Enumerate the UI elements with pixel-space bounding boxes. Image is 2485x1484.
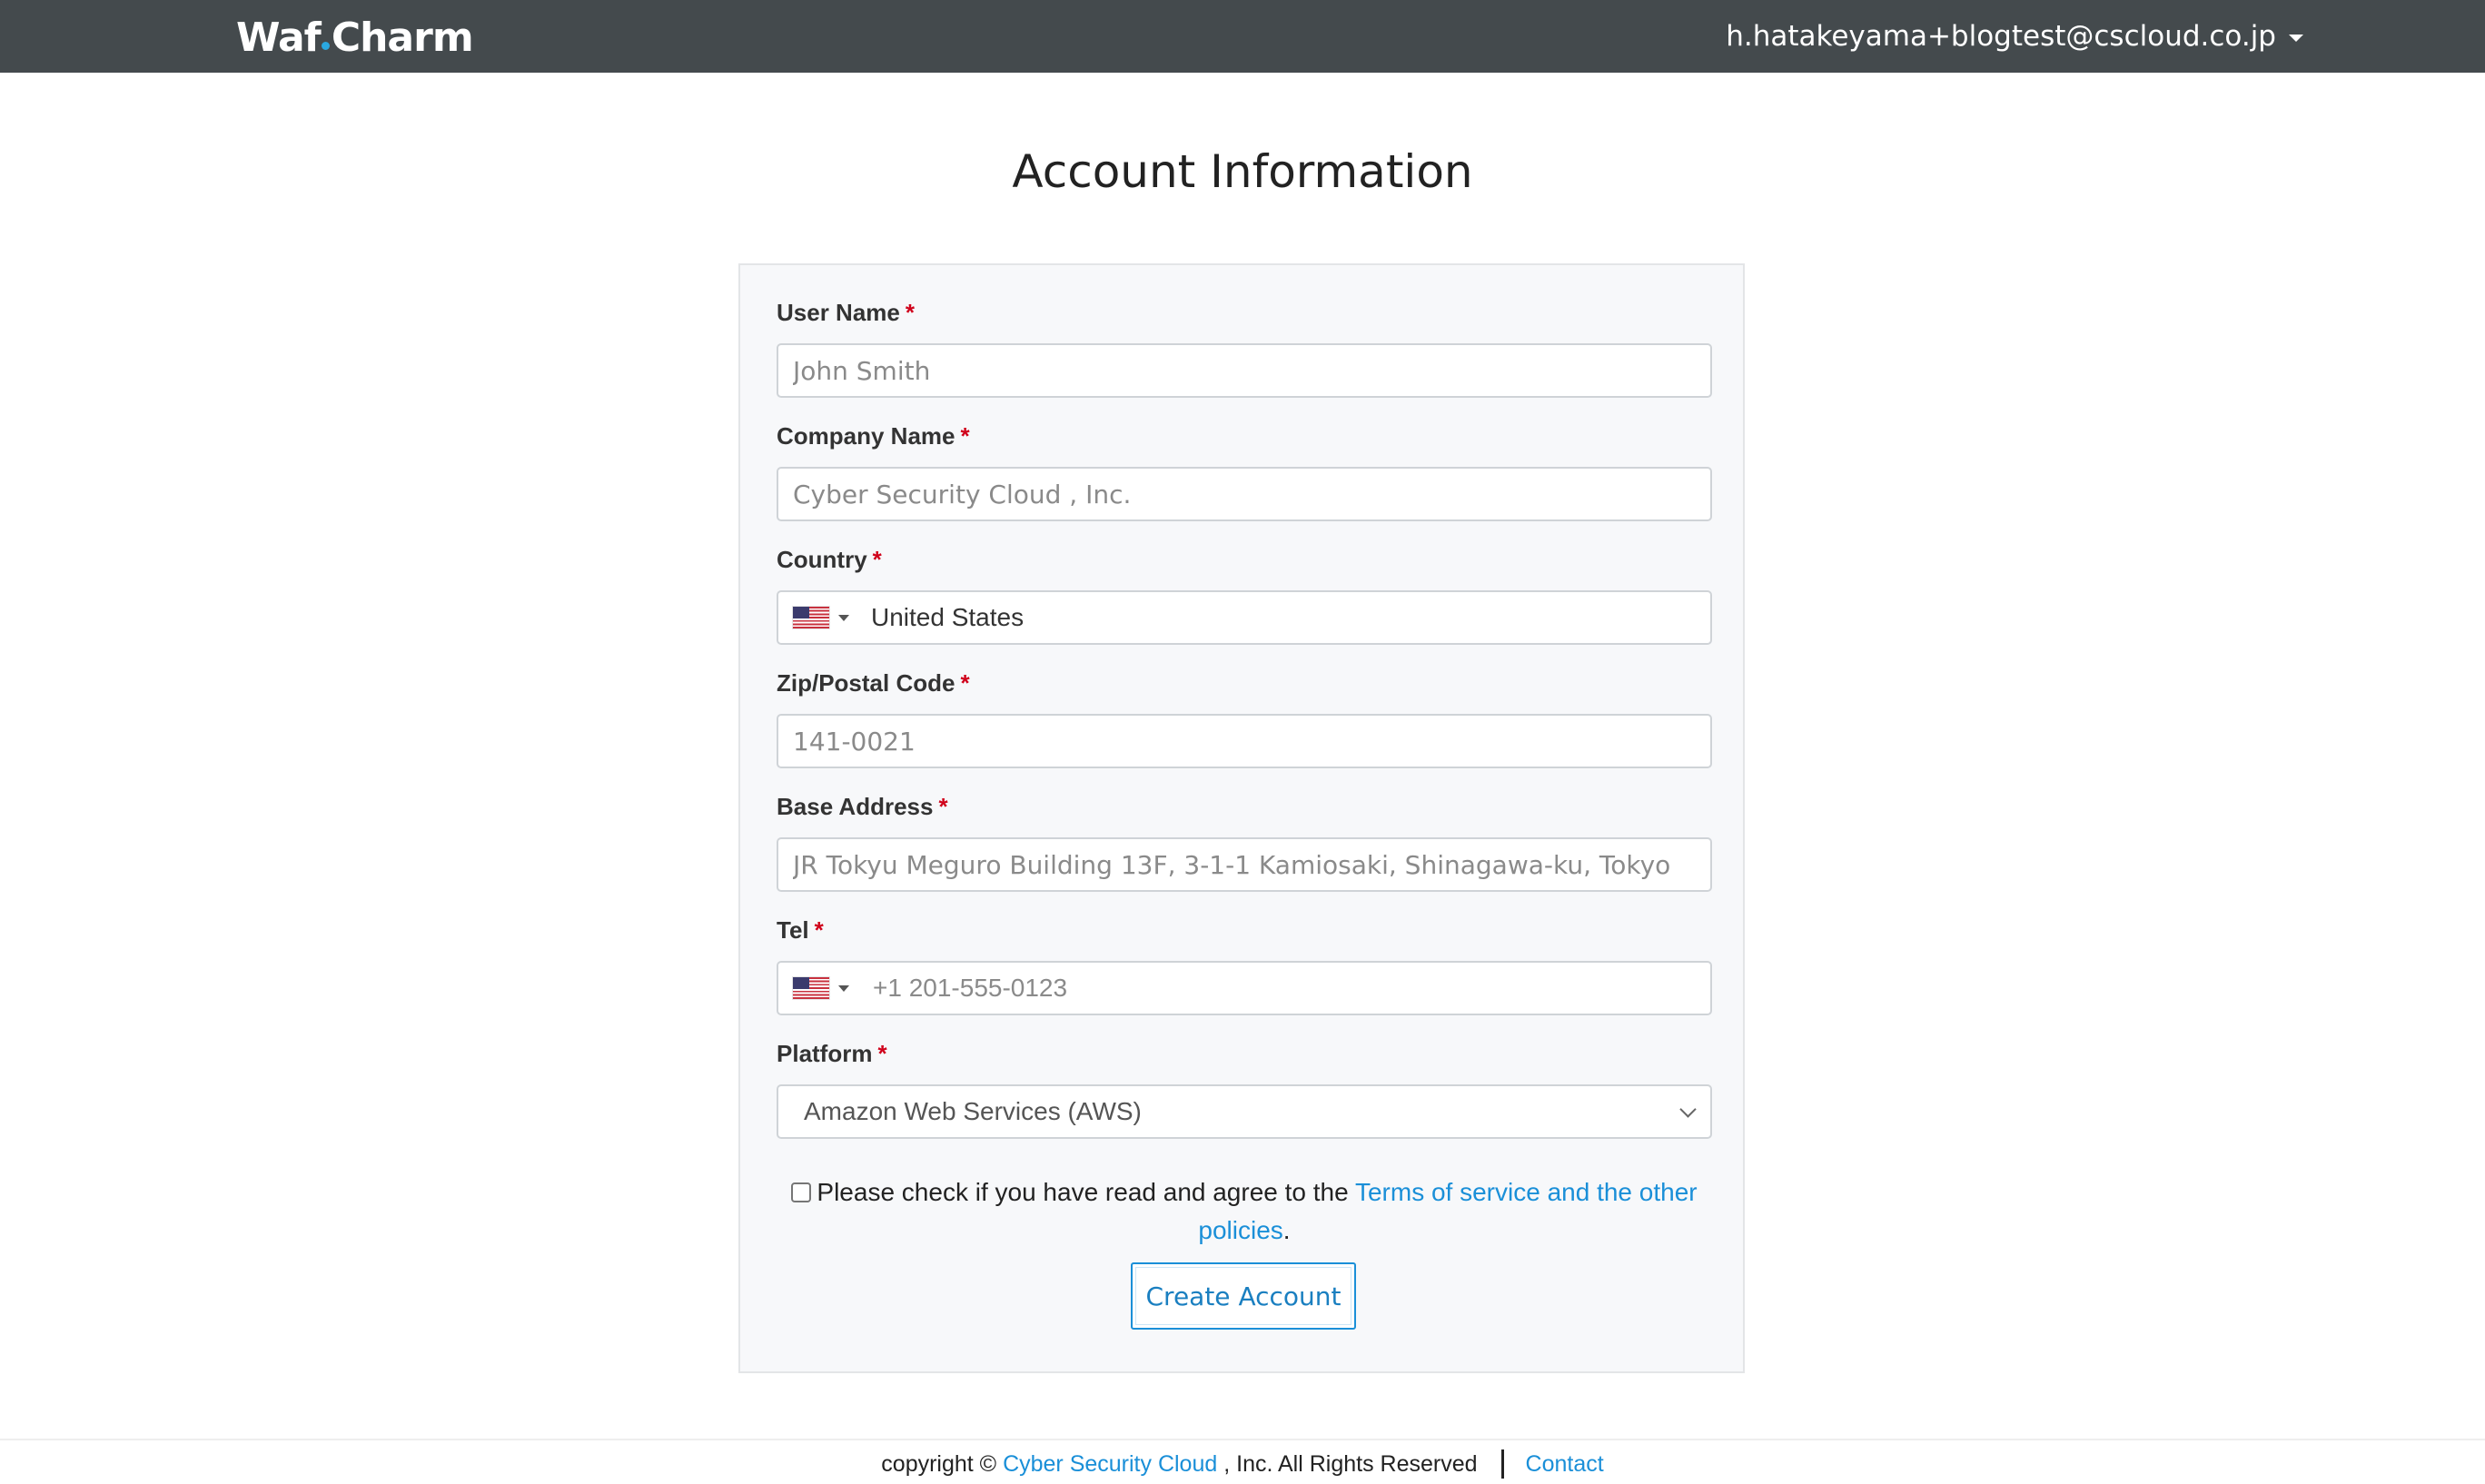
logo-text-waf: Waf [236, 15, 322, 61]
required-mark: * [905, 299, 915, 326]
top-navbar: Waf Charm h.hatakeyama+blogtest@cscloud.… [0, 0, 2485, 73]
terms-agreement: Please check if you have read and agree … [777, 1173, 1712, 1250]
country-flag-dropdown[interactable] [778, 592, 862, 643]
tel-label: Tel * [777, 916, 824, 944]
base-address-field: Base Address * [777, 792, 1712, 892]
wafcharm-logo[interactable]: Waf Charm [236, 11, 474, 65]
terms-text: Please check if you have read and agree … [817, 1178, 1349, 1206]
footer-divider [0, 1439, 2485, 1440]
us-flag-icon [793, 607, 829, 628]
country-label: Country * [777, 546, 882, 573]
page-title: Account Information [1012, 145, 1473, 198]
account-form-card: User Name* Company Name* Country* United… [738, 263, 1745, 1373]
company-link[interactable]: Cyber Security Cloud [1003, 1451, 1217, 1478]
logo-text-charm: Charm [331, 15, 474, 61]
copyright-suffix: , Inc. All Rights Reserved [1223, 1450, 1478, 1477]
user-name-label: User Name * [777, 299, 915, 326]
terms-checkbox[interactable] [791, 1182, 812, 1202]
copyright-prefix: copyright © [881, 1450, 997, 1477]
zip-input[interactable] [777, 714, 1712, 768]
caret-down-icon [2289, 35, 2303, 42]
country-value: United States [871, 603, 1025, 631]
tel-input[interactable] [871, 962, 1710, 1014]
tel-input-group [777, 961, 1712, 1015]
chevron-down-icon [1679, 1100, 1697, 1118]
company-name-input[interactable] [777, 467, 1712, 521]
required-mark: * [814, 916, 824, 944]
user-email: h.hatakeyama+blogtest@cscloud.co.jp [1726, 20, 2276, 53]
user-menu-dropdown[interactable]: h.hatakeyama+blogtest@cscloud.co.jp [1726, 13, 2303, 60]
required-mark: * [938, 793, 948, 820]
platform-field: Platform * Amazon Web Services (AWS) [777, 1039, 1712, 1139]
country-field: Country * United States [777, 545, 1712, 645]
tel-country-dropdown[interactable] [778, 963, 862, 1014]
user-name-input[interactable] [777, 343, 1712, 398]
required-mark: * [960, 422, 970, 450]
terms-suffix: . [1282, 1216, 1291, 1244]
user-name-field: User Name * [777, 298, 1712, 398]
zip-field: Zip/Postal Code * [777, 668, 1712, 768]
contact-link[interactable]: Contact [1526, 1451, 1604, 1478]
company-name-field: Company Name * [777, 421, 1712, 521]
zip-label: Zip/Postal Code * [777, 669, 970, 697]
create-account-button[interactable]: Create Account [1131, 1262, 1356, 1330]
footer-separator [1500, 1449, 1504, 1479]
us-flag-icon [793, 977, 829, 999]
footer: copyright © Cyber Security Cloud , Inc. … [0, 1448, 2485, 1480]
tel-field: Tel * [777, 915, 1712, 1015]
company-name-label: Company Name * [777, 422, 970, 450]
country-select[interactable]: United States [777, 590, 1712, 645]
platform-select[interactable]: Amazon Web Services (AWS) [777, 1084, 1712, 1139]
caret-down-icon [838, 984, 849, 992]
required-mark: * [877, 1040, 887, 1067]
base-address-input[interactable] [777, 837, 1712, 892]
required-mark: * [960, 669, 970, 697]
platform-selected-value: Amazon Web Services (AWS) [804, 1097, 1142, 1125]
base-address-label: Base Address * [777, 793, 948, 820]
platform-label: Platform * [777, 1040, 887, 1067]
caret-down-icon [838, 614, 849, 621]
required-mark: * [872, 546, 882, 573]
